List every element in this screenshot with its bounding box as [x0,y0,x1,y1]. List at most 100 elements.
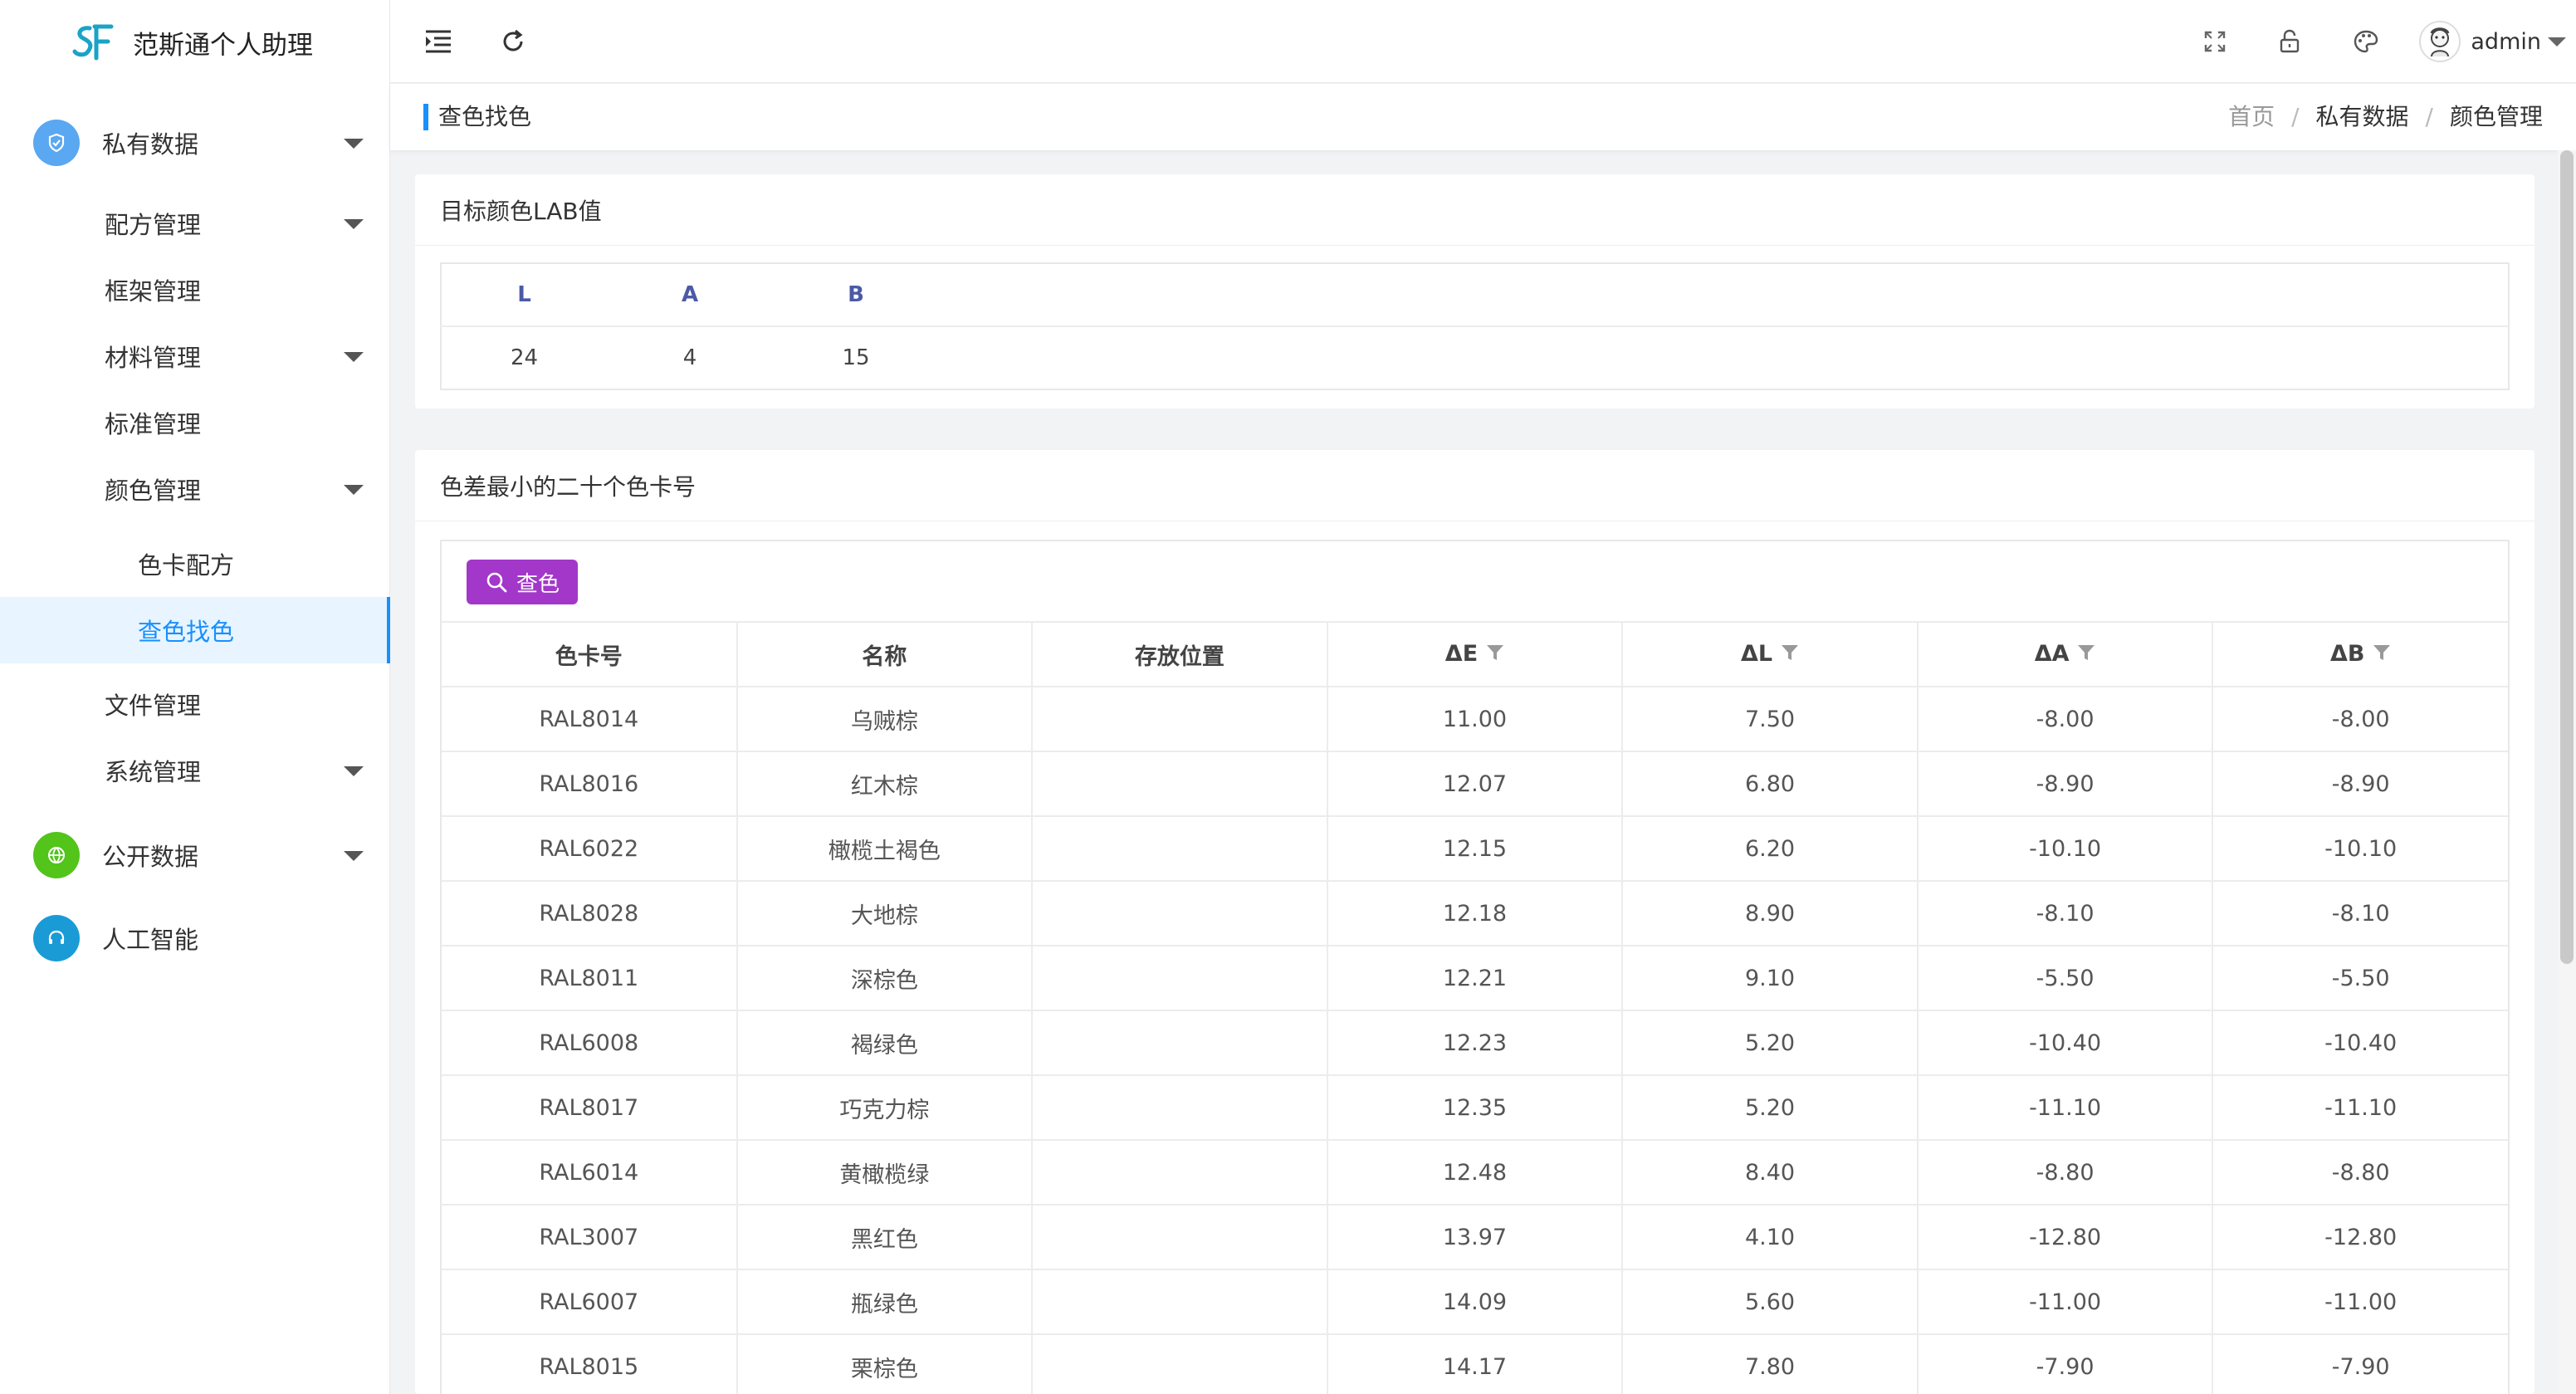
app-title: 范斯通个人助理 [133,30,313,61]
sidebar-item-color-search[interactable]: 查色找色 [0,597,390,663]
breadcrumb-home[interactable]: 首页 [2228,102,2275,132]
cell-card-no: RAL6022 [442,815,738,882]
sidebar-item-colors[interactable]: 颜色管理 [0,456,390,522]
user-menu[interactable]: admin [2419,17,2566,66]
cell-delta-a: -8.80 [1916,1139,2214,1206]
search-color-label: 查色 [516,571,560,597]
sidebar-item-label: 材料管理 [105,344,202,372]
cell-delta-e: 14.09 [1326,1269,1624,1335]
refresh-icon[interactable] [495,23,531,60]
cell-location [1031,945,1328,1011]
breadcrumb-separator: / [2291,103,2300,130]
chevron-down-icon [344,219,364,229]
table-row[interactable]: RAL8015 栗棕色 14.17 7.80 -7.90 -7.90 [442,1333,2508,1394]
page-scrollbar[interactable] [2558,150,2576,1394]
col-header-label: 存放位置 [1134,643,1224,670]
cell-name: 褐绿色 [736,1010,1034,1076]
cell-delta-b: -8.00 [2212,686,2508,752]
cell-delta-e: 12.21 [1326,945,1624,1011]
col-header-delta-b: ΔB [2212,621,2508,687]
table-row[interactable]: RAL8017 巧克力棕 12.35 5.20 -11.10 -11.10 [442,1074,2508,1141]
col-header-name: 名称 [736,621,1034,687]
table-row[interactable]: RAL8014 乌贼棕 11.00 7.50 -8.00 -8.00 [442,686,2508,752]
search-color-button[interactable]: 查色 [467,560,579,604]
filter-icon[interactable] [1781,642,1799,668]
sidebar-item-private-data[interactable]: 私有数据 [0,110,390,176]
cell-delta-a: -11.00 [1916,1269,2214,1335]
cell-delta-l: 6.20 [1621,815,1919,882]
table-row[interactable]: RAL8011 深棕色 12.21 9.10 -5.50 -5.50 [442,945,2508,1011]
table-row[interactable]: RAL6007 瓶绿色 14.09 5.60 -11.00 -11.00 [442,1269,2508,1335]
chevron-down-icon [344,139,364,149]
cell-delta-e: 14.17 [1326,1333,1624,1394]
sidebar-item-public-data[interactable]: 公开数据 [0,822,390,888]
sidebar-item-ai[interactable]: 人工智能 [0,905,390,971]
cell-delta-l: 5.20 [1621,1074,1919,1141]
result-card: 色差最小的二十个色卡号 查色 色卡号 名称 存放位置 ΔE ΔL ΔA ΔB R… [415,450,2534,1394]
sidebar-item-framework[interactable]: 框架管理 [0,257,390,323]
cell-delta-e: 12.15 [1326,815,1624,882]
search-icon [486,572,507,593]
table-row[interactable]: RAL3007 黑红色 13.97 4.10 -12.80 -12.80 [442,1204,2508,1270]
cell-delta-l: 7.80 [1621,1333,1919,1394]
cell-delta-a: -11.10 [1916,1074,2214,1141]
lab-header-spacer [939,263,2509,327]
cell-delta-l: 4.10 [1621,1204,1919,1270]
cell-card-no: RAL8016 [442,751,738,817]
breadcrumb-separator: / [2425,103,2433,130]
table-row[interactable]: RAL8016 红木棕 12.07 6.80 -8.90 -8.90 [442,751,2508,817]
cell-delta-b: -8.90 [2212,751,2508,817]
lock-icon[interactable] [2271,23,2308,60]
filter-icon[interactable] [2077,642,2095,668]
palette-icon[interactable] [2348,23,2384,60]
sidebar-item-label: 文件管理 [105,692,202,720]
sidebar-item-label: 查色找色 [138,618,235,646]
sidebar-item-label: 私有数据 [102,130,199,159]
cell-location [1031,686,1328,752]
sidebar-item-color-card-formula[interactable]: 色卡配方 [0,531,390,597]
app-logo[interactable]: 范斯通个人助理 [0,0,389,85]
lab-card: 目标颜色LAB值 L A B 24 4 15 [415,174,2534,408]
fullscreen-icon[interactable] [2197,23,2233,60]
sidebar-item-system[interactable]: 系统管理 [0,737,390,804]
col-header-label: ΔA [2034,641,2070,667]
cell-name: 橄榄土褐色 [736,815,1034,882]
scrollbar-thumb[interactable] [2560,150,2574,964]
cell-location [1031,751,1328,817]
table-row[interactable]: RAL6014 黄橄榄绿 12.48 8.40 -8.80 -8.80 [442,1139,2508,1206]
cell-location [1031,1333,1328,1394]
sidebar-item-files[interactable]: 文件管理 [0,671,390,737]
sidebar-item-formula[interactable]: 配方管理 [0,190,390,257]
cell-delta-a: -7.90 [1916,1333,2214,1394]
caret-down-icon [2548,37,2566,46]
cell-name: 乌贼棕 [736,686,1034,752]
cell-delta-e: 12.35 [1326,1074,1624,1141]
sidebar-item-label: 人工智能 [102,926,199,954]
menu-fold-icon[interactable] [420,23,457,60]
col-header-label: ΔL [1740,641,1773,667]
cell-delta-a: -12.80 [1916,1204,2214,1270]
sidebar-item-label: 色卡配方 [138,551,235,580]
col-header-label: 名称 [862,643,907,670]
table-row[interactable]: RAL6022 橄榄土褐色 12.15 6.20 -10.10 -10.10 [442,815,2508,882]
cell-name: 栗棕色 [736,1333,1034,1394]
cell-delta-e: 13.97 [1326,1204,1624,1270]
sidebar-item-standards[interactable]: 标准管理 [0,389,390,456]
globe-icon [33,832,80,878]
cell-delta-l: 5.60 [1621,1269,1919,1335]
cell-location [1031,1204,1328,1270]
filter-icon[interactable] [1486,642,1504,668]
filter-icon[interactable] [2373,642,2391,668]
table-row[interactable]: RAL8028 大地棕 12.18 8.90 -8.10 -8.10 [442,880,2508,946]
cell-delta-a: -5.50 [1916,945,2214,1011]
cell-card-no: RAL6007 [442,1269,738,1335]
cell-name: 黑红色 [736,1204,1034,1270]
cell-delta-b: -5.50 [2212,945,2508,1011]
col-header-label: ΔB [2329,641,2365,667]
shield-icon [33,120,80,166]
table-row[interactable]: RAL6008 褐绿色 12.23 5.20 -10.40 -10.40 [442,1010,2508,1076]
sidebar-item-materials[interactable]: 材料管理 [0,323,390,389]
sidebar: 范斯通个人助理 私有数据 配方管理 框架管理 材料管理 标准管理 颜色管理 色卡… [0,0,390,1394]
sidebar-item-label: 公开数据 [102,843,199,871]
cell-name: 黄橄榄绿 [736,1139,1034,1206]
